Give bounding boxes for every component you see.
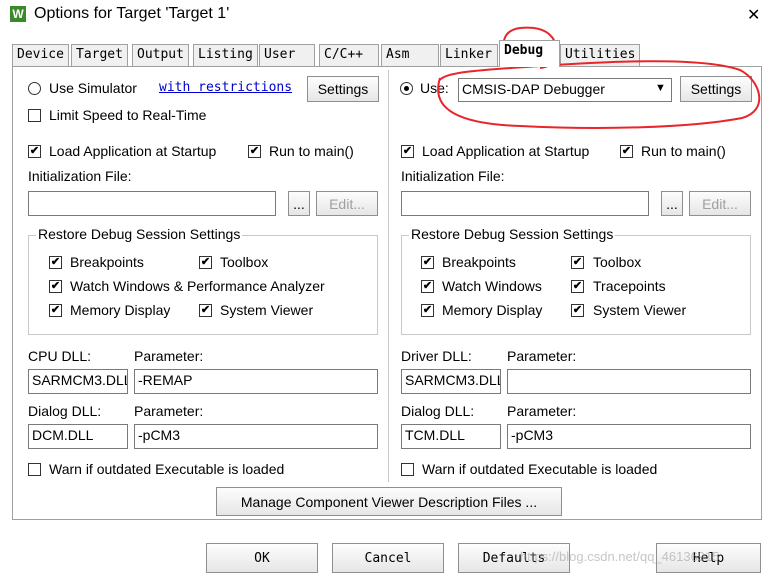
ok-button[interactable]: OK xyxy=(206,543,318,573)
annotation-circle-debugger xyxy=(437,60,761,129)
cancel-button[interactable]: Cancel xyxy=(332,543,444,573)
annotation-overlay xyxy=(437,26,761,129)
watermark-text: https://blog.csdn.net/qq_46136915 xyxy=(520,549,720,564)
tab-debug[interactable]: Debug xyxy=(499,40,560,67)
